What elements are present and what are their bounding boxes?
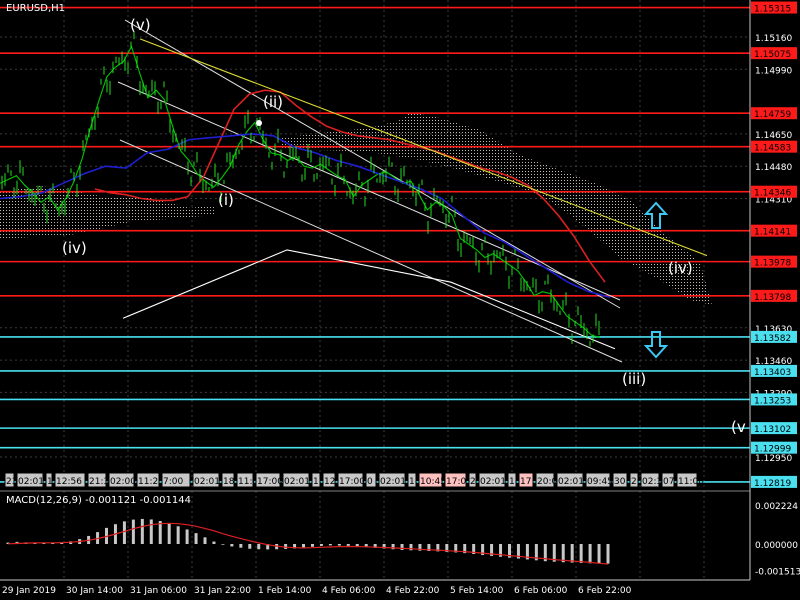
wave-label: (iii) — [622, 370, 646, 388]
time-box-label: 02:01 — [194, 477, 220, 487]
wave-label: (v — [731, 418, 746, 436]
time-box-label: 2 — [470, 477, 476, 487]
time-box-label: 1 — [509, 477, 515, 487]
time-tick-label: 4 Feb 06:00 — [322, 586, 376, 596]
price-level-tag-label: 1.14141 — [754, 228, 791, 238]
time-box-label: 10:45 — [420, 477, 446, 487]
price-level-tag-label: 1.13403 — [754, 368, 791, 378]
price-level-tag-label: 1.14346 — [754, 189, 791, 199]
cloud-band-1 — [280, 112, 712, 305]
time-box-label: 0 — [367, 477, 373, 487]
price-tick-label: 1.14650 — [755, 131, 792, 141]
trading-chart[interactable]: (v)(ii)(i)(iv)(iii)(iv)(v 23 02:01 1 12:56 2… — [0, 0, 800, 600]
time-box-label: 11:00 — [678, 477, 704, 487]
time-box-label: 09:45 — [587, 477, 613, 487]
macd-title: MACD(12,26,9) -0.001121 -0.001144 — [6, 495, 191, 506]
price-level-tag-label: 1.13978 — [754, 259, 791, 269]
time-tick-label: 4 Feb 22:00 — [386, 586, 440, 596]
main-price-grid — [0, 0, 750, 580]
time-box-label: 11:25 — [138, 477, 164, 487]
time-box-label: 1 — [409, 477, 415, 487]
price-tick-label: 1.15160 — [755, 34, 792, 44]
time-box-label: 12:56 — [56, 477, 82, 487]
time-box-label: 02:01 — [480, 477, 506, 487]
channel-line — [124, 19, 621, 309]
price-level-tag-label: 1.14583 — [754, 144, 791, 154]
price-level-tag-label: 1.13582 — [754, 334, 791, 344]
time-box-label: 02:01 — [284, 477, 310, 487]
time-box-label: 1 — [313, 477, 319, 487]
time-tick-label: 31 Jan 06:00 — [130, 586, 187, 596]
down-arrow-icon — [643, 331, 669, 359]
price-level-tag-label: 1.15075 — [754, 50, 791, 60]
marker-dot-icon — [256, 120, 262, 126]
wave-label: (iv) — [62, 239, 87, 257]
macd-tick-label: -0.001513 — [755, 568, 800, 578]
session-time-boxes: 23 02:01 1 12:56 21:3 02:00 11:25 7:00 02:01 18 11… — [4, 472, 704, 488]
time-box-label: 21:3 — [89, 477, 109, 487]
time-box-label: 07 — [663, 477, 674, 487]
time-box-label: 02:3 — [642, 477, 662, 487]
time-box-label: 30 — [614, 477, 626, 487]
time-tick-label: 6 Feb 06:00 — [514, 586, 568, 596]
axes: 1.151601.149901.146501.144801.143101.136… — [0, 0, 800, 596]
time-tick-label: 6 Feb 22:00 — [578, 586, 632, 596]
price-tick-label: 1.12950 — [755, 454, 792, 464]
time-box-label: 17 — [520, 477, 531, 487]
price-level-tag-label: 1.12999 — [754, 445, 791, 455]
price-level-tag-label: 1.13798 — [754, 293, 791, 303]
time-box-label: 02:00 — [110, 477, 136, 487]
price-tick-label: 1.14480 — [755, 163, 792, 173]
macd-tick-label: 0.000000 — [755, 541, 798, 551]
price-candles — [1, 31, 600, 347]
price-level-tag-label: 1.13253 — [754, 396, 791, 406]
price-tick-label: 1.14990 — [755, 66, 792, 76]
price-level-tag-label: 1.15315 — [754, 5, 791, 15]
macd-tick-label: 0.002224 — [755, 502, 798, 512]
wave-label: (v) — [130, 16, 151, 34]
time-box-label: 2 — [631, 477, 637, 487]
time-tick-label: 29 Jan 2019 — [2, 586, 56, 596]
time-box-label: 17:00 — [257, 477, 283, 487]
price-level-tag-label: 1.12819 — [754, 479, 791, 489]
price-level-tag-label: 1.14759 — [754, 110, 791, 120]
time-tick-label: 31 Jan 22:00 — [194, 586, 251, 596]
time-box-label: 7:00 — [163, 477, 183, 487]
time-box-label: 02:01 — [558, 477, 584, 487]
time-tick-label: 1 Feb 14:00 — [258, 586, 312, 596]
time-tick-label: 30 Jan 14:00 — [66, 586, 123, 596]
time-tick-label: 5 Feb 14:00 — [450, 586, 504, 596]
time-box-label: 17:01 — [446, 477, 472, 487]
wave-label: (iv) — [668, 259, 693, 277]
time-box-label: 18 — [223, 477, 235, 487]
time-box-label: 17:00 — [339, 477, 365, 487]
ichimoku-cloud — [0, 112, 712, 305]
time-box-label: 23 — [6, 477, 17, 487]
time-box-label: 1 — [47, 477, 53, 487]
time-box-label: 02:01 — [18, 477, 44, 487]
price-level-tag-label: 1.13102 — [754, 425, 791, 435]
symbol-title: EURUSD,H1 — [6, 3, 66, 14]
time-box-label: 02:01 — [380, 477, 406, 487]
time-box-label: 20:0 — [537, 477, 557, 487]
wave-label: (i) — [218, 191, 234, 209]
wave-label: (ii) — [263, 93, 283, 111]
